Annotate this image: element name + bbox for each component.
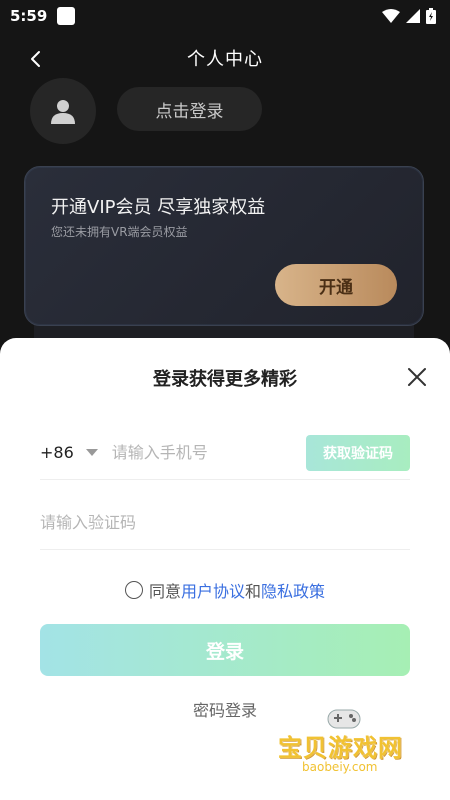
- back-button[interactable]: [22, 46, 48, 72]
- click-login-button[interactable]: 点击登录: [117, 87, 262, 131]
- wifi-icon: [382, 9, 400, 23]
- watermark-domain: baobeiy.com: [302, 760, 378, 774]
- get-code-button[interactable]: 获取验证码: [306, 434, 410, 471]
- country-code[interactable]: +86: [40, 443, 74, 462]
- open-vip-button[interactable]: 开通: [275, 264, 397, 306]
- vip-subtitle: 您还未拥有VR端会员权益: [51, 225, 188, 239]
- status-bar: 5:59: [0, 0, 450, 32]
- privacy-policy-link[interactable]: 隐私政策: [261, 578, 325, 602]
- code-input[interactable]: [40, 513, 340, 532]
- phone-input[interactable]: [111, 443, 282, 462]
- user-agreement-link[interactable]: 用户协议: [181, 578, 245, 602]
- status-indicators: [382, 8, 436, 24]
- agreement-row: 同意 用户协议 和 隐私政策: [0, 578, 450, 602]
- agree-radio[interactable]: [124, 581, 143, 599]
- login-button[interactable]: 登录: [40, 624, 410, 676]
- avatar[interactable]: [30, 78, 96, 144]
- vip-card: 开通VIP会员 尽享独家权益 您还未拥有VR端会员权益 开通: [24, 166, 424, 326]
- close-button[interactable]: [406, 366, 428, 388]
- battery-icon: [426, 8, 436, 24]
- user-icon: [51, 100, 75, 124]
- page-header: 个人中心: [0, 36, 450, 80]
- status-time: 5:59: [10, 7, 48, 25]
- close-icon: [408, 368, 426, 386]
- agree-prefix: 同意: [148, 582, 181, 601]
- code-row: [40, 496, 410, 550]
- chevron-left-icon: [31, 51, 40, 67]
- page-title: 个人中心: [187, 49, 263, 70]
- country-code-dropdown[interactable]: [85, 448, 98, 457]
- watermark-logo: 宝贝游戏网 baobeiy.com: [272, 706, 432, 786]
- vip-title: 开通VIP会员 尽享独家权益: [51, 197, 266, 218]
- app-notification-icon: [57, 7, 76, 25]
- caret-down-icon: [85, 448, 98, 456]
- agree-and: 和: [245, 582, 262, 601]
- phone-row: +86 获取验证码: [40, 426, 410, 480]
- signal-icon: [406, 9, 420, 23]
- sheet-title: 登录获得更多精彩: [153, 369, 297, 390]
- watermark-text: 宝贝游戏网: [278, 734, 403, 762]
